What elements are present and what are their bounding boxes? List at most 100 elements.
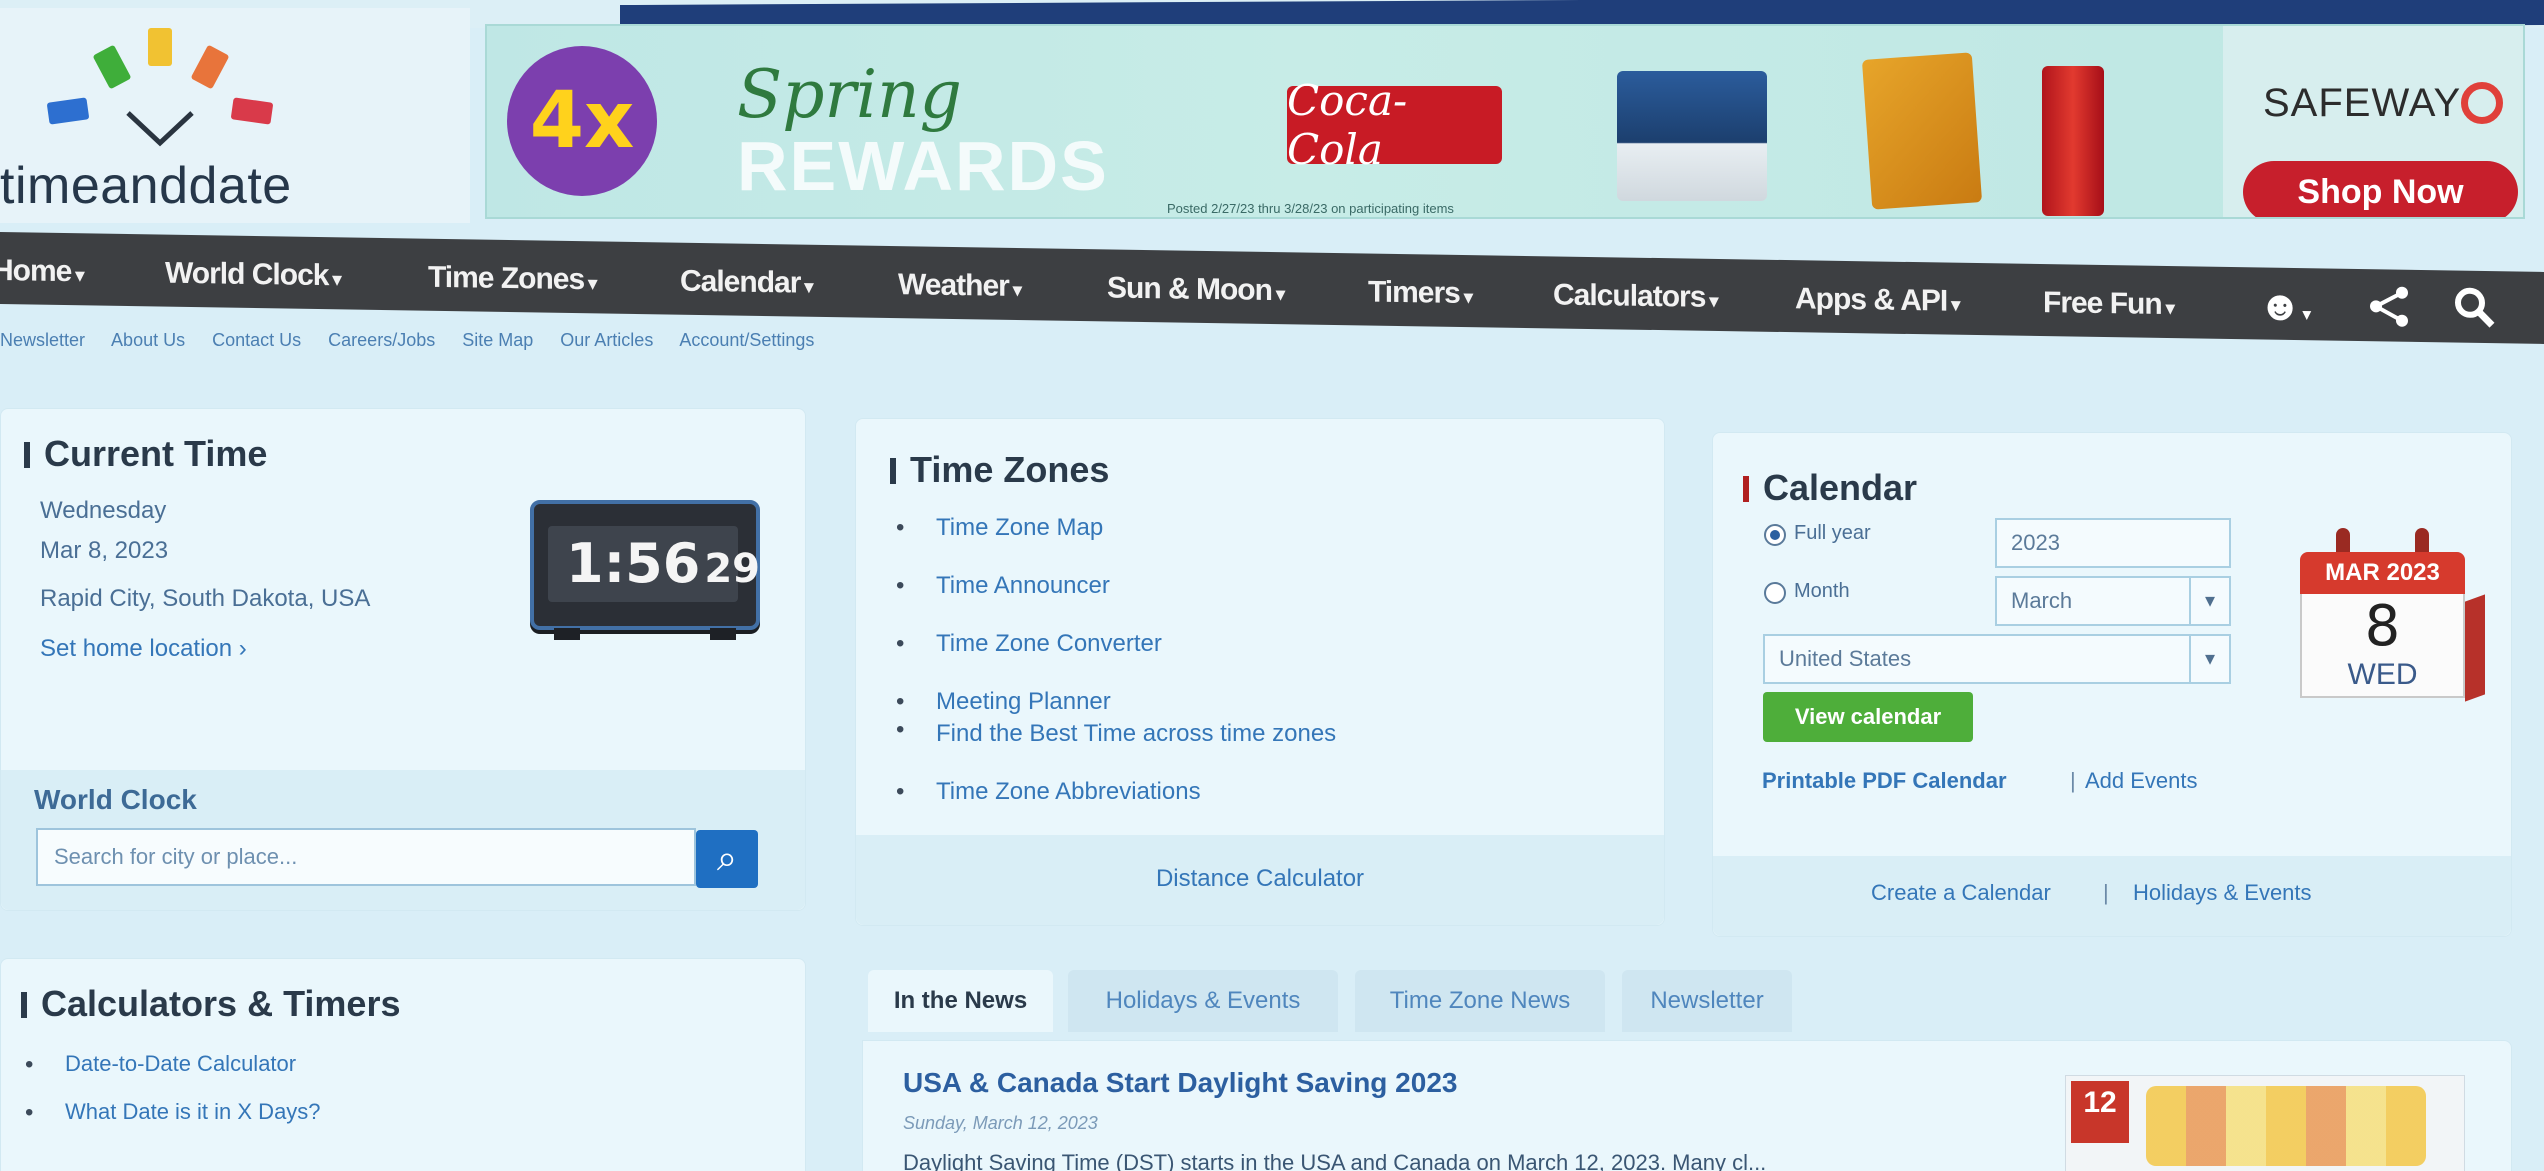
printable-separator: | (2070, 768, 2076, 793)
search-icon[interactable] (2452, 285, 2496, 340)
distance-calculator-link[interactable]: Distance Calculator (856, 865, 1664, 893)
calculators-card: Calculators & Timers Date-to-Date Calcul… (0, 958, 806, 1171)
ad-product-coffee (1617, 71, 1767, 201)
set-home-location-link[interactable]: Set home location › (40, 635, 247, 663)
set-home-location-label: Set home location (40, 635, 233, 662)
nav-calculators[interactable]: Calculators ▾ (1553, 278, 1717, 315)
tab-newsletter[interactable]: Newsletter (1622, 970, 1792, 1032)
nav-home[interactable]: Home ▾ (0, 254, 83, 289)
subnav-about[interactable]: About Us (111, 330, 185, 350)
news-thumbnail[interactable]: 12 (2065, 1075, 2465, 1171)
add-events-link[interactable]: Add Events (2085, 768, 2198, 794)
nav-timers[interactable]: Timers ▾ (1368, 275, 1472, 311)
chevron-down-icon: ▾ (1275, 284, 1285, 305)
subnav-newsletter[interactable]: Newsletter (0, 330, 85, 350)
calendar-icon-month: MAR 2023 (2300, 552, 2465, 594)
current-weekday: Wednesday (40, 497, 167, 524)
current-time-title: Current Time (24, 433, 267, 475)
link-time-zone-map[interactable]: Time Zone Map (896, 514, 1336, 542)
time-zones-title: Time Zones (890, 449, 1109, 491)
chevron-down-icon: ▾ (1012, 279, 1021, 301)
logo-mark-icon (47, 28, 273, 147)
nav-apps-api-label: Apps & API (1795, 282, 1948, 318)
nav-sun-moon[interactable]: Sun & Moon ▾ (1107, 271, 1284, 308)
city-search-button[interactable]: ⌕ (696, 830, 758, 888)
calculators-title: Calculators & Timers (21, 983, 400, 1025)
ad-product-can (2042, 66, 2104, 216)
ad-badge-text: 4x (529, 76, 635, 166)
subnav-account[interactable]: Account/Settings (679, 330, 814, 350)
chevron-right-icon: › (238, 635, 247, 662)
link-date-to-date[interactable]: Date-to-Date Calculator (25, 1051, 321, 1079)
nav-weather-label: Weather (898, 268, 1009, 303)
country-select[interactable]: United States ▾ (1763, 634, 2231, 684)
subnav-contact[interactable]: Contact Us (212, 330, 301, 350)
city-search-input[interactable]: Search for city or place... (36, 828, 696, 886)
nav-free-fun-label: Free Fun (2043, 286, 2162, 321)
ad-fine-print: Posted 2/27/23 thru 3/28/23 on participa… (1167, 201, 1454, 216)
nav-world-clock[interactable]: World Clock ▾ (165, 257, 341, 294)
ad-badge: 4x (507, 46, 657, 196)
shop-now-button[interactable]: Shop Now (2243, 161, 2518, 217)
tab-in-the-news[interactable]: In the News (868, 970, 1053, 1032)
time-zones-card: Time Zones Time Zone Map Time Announcer … (855, 418, 1665, 926)
nav-time-zones[interactable]: Time Zones ▾ (428, 261, 596, 298)
month-radio[interactable] (1764, 582, 1786, 604)
heading-bar (21, 992, 27, 1018)
year-input[interactable]: 2023 (1995, 518, 2231, 568)
digital-clock: 1:56 29 (530, 500, 760, 640)
ad-banner[interactable]: 4x Spring REWARDS Posted 2/27/23 thru 3/… (485, 24, 2525, 219)
nav-free-fun[interactable]: Free Fun ▾ (2043, 286, 2174, 322)
chevron-down-icon: ▾ (588, 273, 597, 294)
ad-spring-text: Spring (737, 56, 962, 133)
link-time-announcer[interactable]: Time Announcer (896, 572, 1336, 600)
nav-calendar[interactable]: Calendar ▾ (680, 265, 812, 301)
calendar-title: Calendar (1743, 467, 1917, 509)
world-clock-label: World Clock (34, 784, 197, 815)
create-calendar-link[interactable]: Create a Calendar (1871, 880, 2051, 906)
calendar-icon-day: 8 (2364, 594, 2401, 659)
chevron-down-icon: ▾ (1463, 286, 1472, 308)
link-time-zone-converter[interactable]: Time Zone Converter (896, 630, 1336, 658)
link-date-in-x-days[interactable]: What Date is it in X Days? (25, 1099, 321, 1127)
nav-weather[interactable]: Weather ▾ (898, 268, 1021, 304)
view-calendar-button[interactable]: View calendar (1763, 692, 1973, 742)
subnav-careers[interactable]: Careers/Jobs (328, 330, 435, 350)
link-meeting-planner[interactable]: Meeting Planner (896, 688, 1336, 716)
full-year-radio[interactable] (1764, 524, 1786, 546)
current-date: Mar 8, 2023 (40, 537, 169, 564)
time-zones-title-text: Time Zones (910, 449, 1110, 490)
search-icon: ⌕ (716, 837, 738, 878)
ad-product-coke: Coca-Cola (1287, 76, 1502, 174)
time-zones-list: Time Zone Map Time Announcer Time Zone C… (896, 514, 1336, 806)
subnav-articles[interactable]: Our Articles (560, 330, 653, 350)
meeting-planner-subtitle-text: Find the Best Time across time zones (936, 720, 1337, 747)
printable-pdf-link[interactable]: Printable PDF Calendar (1762, 768, 2007, 794)
main-nav: Home ▾ World Clock ▾ Time Zones ▾ Calendar ▾… (0, 232, 2544, 344)
nav-timers-label: Timers (1368, 275, 1460, 310)
site-logo[interactable]: timeanddate (0, 8, 470, 223)
account-icon[interactable]: ☻▾ (2258, 281, 2311, 330)
month-select-value: March (2011, 588, 2073, 613)
news-headline-link[interactable]: USA & Canada Start Daylight Saving 2023 (903, 1067, 1457, 1099)
meeting-planner-subtitle[interactable]: Find the Best Time across time zones (896, 716, 1336, 748)
holidays-events-link[interactable]: Holidays & Events (2133, 880, 2312, 906)
news-thumb-badge: 12 (2071, 1081, 2129, 1143)
chevron-down-icon: ▾ (75, 265, 84, 286)
ad-retailer-panel: SAFEWAY Shop Now (2223, 26, 2523, 217)
nav-home-label: Home (0, 253, 72, 289)
nav-apps-api[interactable]: Apps & API ▾ (1795, 282, 1959, 319)
calculators-list: Date-to-Date Calculator What Date is it … (25, 1051, 321, 1127)
chevron-down-icon: ▾ (2189, 578, 2229, 624)
tab-holidays-events[interactable]: Holidays & Events (1068, 970, 1338, 1032)
link-time-zone-abbreviations[interactable]: Time Zone Abbreviations (896, 778, 1336, 806)
nav-calendar-label: Calendar (680, 264, 801, 300)
calculators-title-text: Calculators & Timers (41, 983, 401, 1024)
calendar-page-curl (2465, 594, 2485, 702)
month-select[interactable]: March ▾ (1995, 576, 2231, 626)
heading-bar (890, 458, 896, 484)
tab-time-zone-news[interactable]: Time Zone News (1355, 970, 1605, 1032)
clock-leg (554, 628, 580, 640)
share-icon[interactable] (2366, 283, 2412, 340)
subnav-sitemap[interactable]: Site Map (462, 330, 533, 350)
